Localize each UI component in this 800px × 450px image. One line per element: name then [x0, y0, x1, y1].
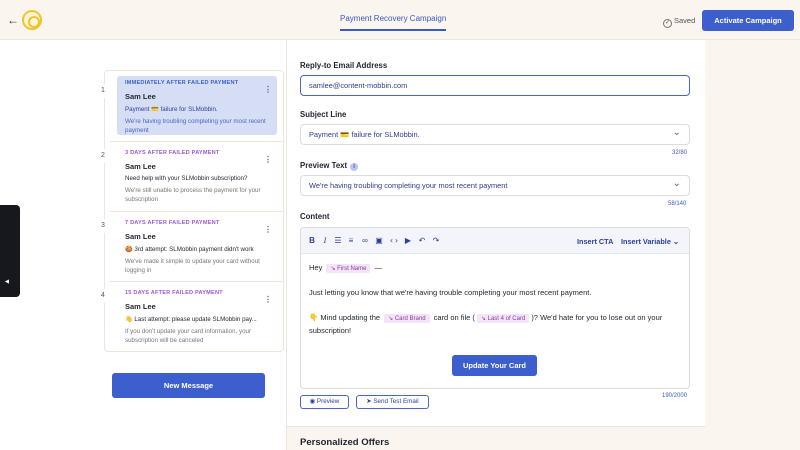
email-body-line-3: subscription!	[309, 326, 352, 335]
bold-icon[interactable]: B	[306, 235, 318, 247]
preview-char-count: 58/140	[668, 201, 687, 207]
saved-label: Saved	[674, 16, 696, 25]
body-text-segment: )? We'd hate for you to lose out on your	[531, 313, 663, 322]
message-card[interactable]: 7 DAYS AFTER FAILED PAYMENT Sam Lee 🍪 3r…	[117, 216, 277, 278]
send-test-email-label: Send Test Email	[373, 398, 419, 405]
sender-name: Sam Lee	[125, 162, 156, 171]
message-preview: We're still unable to process the paymen…	[125, 187, 261, 203]
editor-toolbar: B I ☰ ≡ ∞ ▣ ‹› ▶ ↶ ↷ Insert CTA Insert V…	[301, 228, 689, 254]
divider	[110, 281, 284, 282]
email-greeting-line: Hey ↘ First Name —	[309, 263, 382, 273]
message-subject: Payment 💳 failure for SLMobbin.	[125, 106, 218, 113]
sender-name: Sam Lee	[125, 92, 156, 101]
divider	[110, 211, 284, 212]
preview-text-label: Preview Text i	[300, 161, 359, 171]
undo-icon[interactable]: ↶	[416, 235, 428, 247]
message-timing: IMMEDIATELY AFTER FAILED PAYMENT	[125, 80, 239, 86]
tab-payment-recovery-campaign[interactable]: Payment Recovery Campaign	[340, 14, 447, 31]
more-options-icon[interactable]: ⋮	[264, 225, 272, 234]
activate-campaign-button[interactable]: Activate Campaign	[702, 10, 794, 31]
subject-line-field[interactable]: Payment 💳 failure for SLMobbin.	[300, 123, 690, 145]
dash-text: —	[374, 263, 383, 272]
right-gutter	[705, 40, 800, 450]
step-number: 4	[96, 289, 110, 303]
email-body-line-2: 👇 Mind updating the ↘ Card Brand card on…	[309, 313, 662, 323]
arrow-left-icon[interactable]: ←	[6, 13, 20, 27]
personalized-offers-section: Personalized Offers	[287, 426, 705, 450]
message-timing: 7 DAYS AFTER FAILED PAYMENT	[125, 220, 220, 226]
message-preview: We've made it simple to update your card…	[125, 258, 260, 274]
greeting-text: Hey	[309, 263, 323, 272]
message-subject: Need help with your SLMobbin subscriptio…	[125, 175, 248, 182]
first-name-variable-chip[interactable]: ↘ First Name	[326, 264, 371, 273]
message-card[interactable]: 15 DAYS AFTER FAILED PAYMENT Sam Lee 👋 L…	[117, 286, 277, 348]
code-icon[interactable]: ‹›	[388, 235, 400, 247]
preview-text-label-text: Preview Text	[300, 161, 348, 170]
card-brand-variable-chip[interactable]: ↘ Card Brand	[384, 314, 430, 323]
step-number: 3	[96, 219, 110, 233]
insert-variable-button[interactable]: Insert Variable ⌄	[621, 237, 679, 246]
divider	[110, 141, 284, 142]
more-options-icon[interactable]: ⋮	[264, 85, 272, 94]
logo-icon	[22, 10, 42, 30]
saved-status: ✓ Saved	[663, 16, 695, 28]
message-preview: We're having troubling completing your m…	[125, 118, 266, 134]
step-number: 2	[96, 149, 110, 163]
check-circle-icon: ✓	[663, 19, 672, 28]
top-bar: ← Payment Recovery Campaign ✓ Saved Activ…	[0, 0, 800, 40]
italic-icon[interactable]: I	[319, 235, 331, 247]
body-text-segment: 👇 Mind updating the	[309, 313, 381, 322]
issues-feedback-tab[interactable]: ▲ Issues & Feedback	[0, 205, 84, 297]
step-number: 1	[96, 84, 110, 98]
send-icon: ➤	[366, 398, 372, 405]
email-body-line-1: Just letting you know that we're having …	[309, 288, 592, 297]
bullet-list-icon[interactable]: ☰	[332, 235, 344, 247]
content-label: Content	[300, 212, 330, 221]
image-icon[interactable]: ▣	[373, 235, 385, 247]
issues-feedback-label: ▲ Issues & Feedback	[4, 274, 84, 285]
message-subject: 🍪 3rd attempt: SLMobbin payment didn't w…	[125, 246, 254, 253]
message-timing: 15 DAYS AFTER FAILED PAYMENT	[125, 290, 223, 296]
preview-text-field[interactable]: We're having troubling completing your m…	[300, 174, 690, 196]
preview-button-label: Preview	[316, 398, 340, 405]
new-message-button[interactable]: New Message	[112, 373, 265, 398]
update-your-card-cta-button[interactable]: Update Your Card	[452, 355, 537, 376]
numbered-list-icon[interactable]: ≡	[345, 235, 357, 247]
eye-icon: ◉	[309, 398, 316, 405]
insert-cta-button[interactable]: Insert CTA	[577, 237, 613, 246]
link-icon[interactable]: ∞	[359, 235, 371, 247]
more-options-icon[interactable]: ⋮	[264, 155, 272, 164]
reply-to-label: Reply-to Email Address	[300, 61, 388, 70]
subject-char-count: 32/80	[672, 150, 688, 156]
message-timing: 3 DAYS AFTER FAILED PAYMENT	[125, 150, 220, 156]
insert-variable-label: Insert Variable	[621, 237, 671, 246]
message-card[interactable]: IMMEDIATELY AFTER FAILED PAYMENT Sam Lee…	[117, 76, 277, 135]
more-options-icon[interactable]: ⋮	[264, 295, 272, 304]
sender-name: Sam Lee	[125, 302, 156, 311]
content-editor[interactable]: B I ☰ ≡ ∞ ▣ ‹› ▶ ↶ ↷ Insert CTA Insert V…	[300, 227, 690, 389]
subject-line-label: Subject Line	[300, 110, 347, 119]
body-text-segment: card on file (	[433, 313, 475, 322]
message-preview: If you don't update your card informatio…	[125, 328, 252, 344]
redo-icon[interactable]: ↷	[430, 235, 442, 247]
sender-name: Sam Lee	[125, 232, 156, 241]
preview-button[interactable]: ◉ Preview	[300, 395, 349, 409]
message-subject: 👋 Last attempt: please update SLMobbin p…	[125, 316, 257, 323]
personalized-offers-title: Personalized Offers	[300, 437, 390, 448]
message-card[interactable]: 3 DAYS AFTER FAILED PAYMENT Sam Lee Need…	[117, 146, 277, 208]
content-char-count: 190/2000	[662, 393, 688, 399]
reply-to-email-field[interactable]: samlee@content-mobbin.com	[300, 75, 690, 96]
info-icon[interactable]: i	[350, 163, 359, 171]
play-video-icon[interactable]: ▶	[402, 235, 414, 247]
chevron-down-icon: ⌄	[672, 237, 680, 246]
last-4-variable-chip[interactable]: ↘ Last 4 of Card	[476, 314, 530, 323]
send-test-email-button[interactable]: ➤ Send Test Email	[356, 395, 429, 409]
